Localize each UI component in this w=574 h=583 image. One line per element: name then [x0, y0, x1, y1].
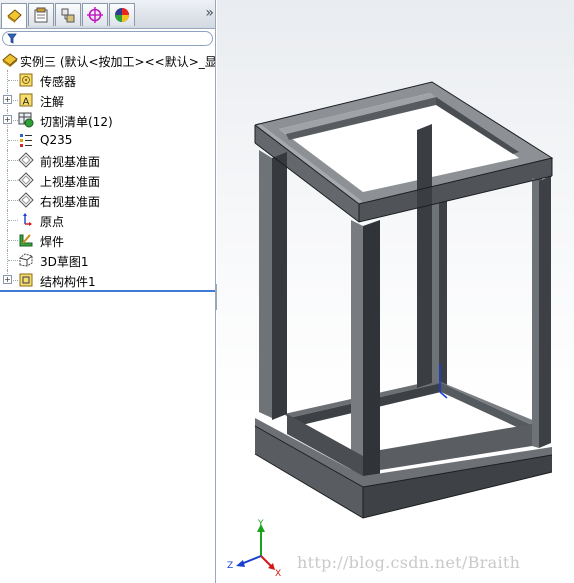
tree-item-weldments[interactable]: 焊件 [0, 230, 215, 250]
tab-configurationmanager[interactable] [55, 3, 81, 26]
more-tabs-chevron-icon[interactable]: » [205, 5, 213, 21]
watermark-text: http://blog.csdn.net/Braith [297, 553, 521, 572]
plane-icon [18, 152, 34, 168]
cut-list-icon [18, 112, 34, 128]
tree-item-front-plane[interactable]: 前视基准面 [0, 150, 215, 170]
tree-item-sensors[interactable]: 传感器 [0, 70, 215, 90]
tab-display[interactable] [109, 3, 135, 26]
tree-item-cut-list[interactable]: + 切割清单(12) [0, 110, 215, 130]
tree-item-label: 3D草图1 [40, 255, 89, 269]
tree-filter-input[interactable] [2, 31, 213, 46]
tree-item-label: 传感器 [40, 75, 77, 89]
plane-icon [18, 172, 34, 188]
tree-item-top-plane[interactable]: 上视基准面 [0, 170, 215, 190]
tree-item-label: 焊件 [40, 235, 65, 249]
triad-x-label: X [275, 569, 281, 578]
tree-item-3d-sketch[interactable]: 3D草图1 [0, 250, 215, 270]
tree-item-label: 切割清单(12) [40, 115, 113, 129]
material-icon [20, 134, 32, 147]
tree-item-label: 注解 [40, 95, 65, 109]
plane-icon [18, 192, 34, 208]
configuration-icon [61, 8, 75, 23]
dimxpert-crosshair-icon [87, 7, 103, 23]
expand-plus-icon[interactable]: + [3, 275, 12, 284]
sensor-icon [19, 73, 33, 87]
tree-root-label: 实例三 (默认<按加工><<默认>_显 [20, 55, 215, 69]
tab-featuremanager[interactable] [1, 3, 27, 28]
tree-item-right-plane[interactable]: 右视基准面 [0, 190, 215, 210]
tab-propertymanager[interactable] [28, 3, 54, 26]
tree-item-label: 上视基准面 [40, 175, 101, 189]
expand-plus-icon[interactable]: + [3, 95, 12, 104]
rollback-bar[interactable] [0, 290, 215, 292]
tree-item-label: 前视基准面 [40, 155, 101, 169]
weldment-icon [19, 234, 33, 247]
svg-text:A: A [23, 97, 30, 108]
featuremanager-tree-icon [7, 9, 22, 23]
origin-icon [23, 213, 32, 226]
featuremanager-panel: » 实例三 (默认<按加工><<默认>_显 传感器 + A 注解 + 切割清单(… [0, 0, 216, 583]
display-manager-icon [115, 8, 129, 22]
triad-z-label: Z [227, 561, 233, 571]
triad-y-label: Y [257, 519, 264, 529]
tab-dimxpert[interactable] [82, 3, 108, 26]
graphics-area[interactable]: Y X Z http://blog.csdn.net/Braith [217, 0, 574, 583]
tree-item-label: 结构构件1 [40, 275, 96, 289]
tree-item-structural-member[interactable]: + 结构构件1 [0, 270, 215, 290]
view-orientation-triad-icon[interactable]: Y X Z [223, 518, 283, 578]
structural-member-icon [19, 273, 33, 287]
tree-item-material[interactable]: Q235 [0, 130, 215, 150]
tree-item-annotations[interactable]: + A 注解 [0, 90, 215, 110]
annotation-icon: A [19, 93, 33, 108]
tree-item-origin[interactable]: 原点 [0, 210, 215, 230]
frame-model-3d[interactable] [217, 0, 574, 583]
expand-plus-icon[interactable]: + [3, 115, 12, 124]
sketch3d-icon [19, 253, 33, 267]
part-icon [2, 53, 18, 67]
tree-item-label: 原点 [40, 215, 65, 229]
propertymanager-icon [34, 7, 48, 23]
tree-root-part[interactable]: 实例三 (默认<按加工><<默认>_显 [0, 50, 215, 70]
manager-tab-bar: » [0, 0, 215, 29]
tree-item-label: 右视基准面 [40, 195, 101, 209]
filter-funnel-icon [7, 33, 17, 44]
tree-item-label: Q235 [40, 133, 73, 147]
